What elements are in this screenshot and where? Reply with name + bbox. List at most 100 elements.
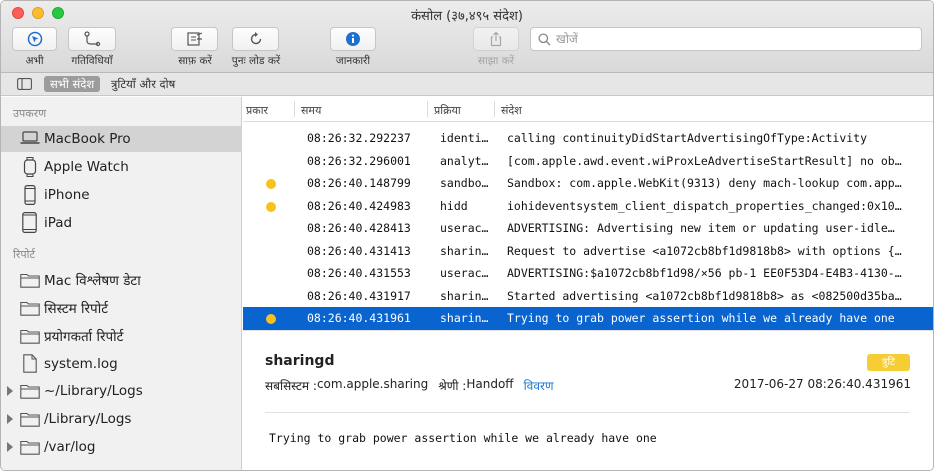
- table-row[interactable]: 08:26:32.296001 analyt… [com.apple.awd.eve…: [243, 150, 933, 173]
- message-cell: Trying to grab power assertion while we …: [507, 311, 895, 325]
- sidebar-item-label: ~/Library/Logs: [44, 383, 143, 399]
- activities-button[interactable]: [68, 27, 116, 51]
- column-header-time[interactable]: समय: [301, 103, 321, 118]
- all-messages-filter[interactable]: सभी संदेश: [44, 76, 101, 92]
- table-row[interactable]: 08:26:40.431413 sharin… Request to adverti…: [243, 240, 933, 263]
- now-label: अभी: [25, 55, 44, 67]
- sidebar-item-ipad[interactable]: iPad: [1, 210, 242, 236]
- sidebar-item-system-log[interactable]: system.log: [1, 351, 242, 377]
- folder-icon: [20, 300, 40, 316]
- sidebar-item-apple-watch[interactable]: Apple Watch: [1, 154, 242, 180]
- log-table: 08:26:32.292237 identi… calling continuity…: [243, 127, 933, 330]
- activities-icon: [84, 31, 101, 47]
- time-cell: 08:26:40.428413: [307, 221, 411, 235]
- time-cell: 08:26:40.431413: [307, 243, 411, 258]
- table-row[interactable]: 08:26:32.292237 identi… calling continuity…: [243, 127, 933, 150]
- info-icon: [346, 32, 360, 46]
- sidebar-item-label: प्रयोगकर्ता रिपोर्ट: [44, 329, 124, 345]
- column-header-type[interactable]: प्रकार: [246, 103, 268, 118]
- table-row[interactable]: 08:26:40.148799 sandbo… Sandbox: com.apple…: [243, 172, 933, 195]
- table-row[interactable]: 08:26:40.431917 sharin… Started advertisin…: [243, 285, 933, 308]
- detail-timestamp: 2017-06-27 08:26:40.431961: [733, 377, 911, 391]
- clear-icon: [186, 32, 202, 46]
- column-header-message[interactable]: संदेश: [501, 103, 522, 118]
- iphone-icon: [24, 185, 36, 205]
- info-button[interactable]: [330, 27, 376, 51]
- sidebar-item-label: MacBook Pro: [44, 131, 131, 147]
- sidebar-item-user-library-logs[interactable]: ~/Library/Logs: [1, 378, 242, 404]
- message-cell: ADVERTISING: Advertising new item or upd…: [507, 221, 895, 235]
- reload-button[interactable]: [232, 27, 279, 51]
- share-icon: [490, 31, 502, 47]
- table-row[interactable]: 08:26:40.431961 sharin… Trying to grab pow…: [243, 307, 933, 330]
- sidebar-item-macbook-pro[interactable]: MacBook Pro: [1, 126, 242, 152]
- ipad-icon: [22, 212, 37, 233]
- detail-pane: sharingd त्रुटि सबसिस्टम : com.apple.sha…: [243, 330, 933, 470]
- sidebar-item-system-reports[interactable]: सिस्टम रिपोर्ट: [1, 295, 242, 321]
- message-cell: Sandbox: com.apple.WebKit(9313) deny mac…: [507, 176, 902, 190]
- column-divider[interactable]: [427, 101, 428, 117]
- message-cell: Started advertising <a1072cb8bf1d9818b8>…: [507, 288, 902, 303]
- meta-spacer: [514, 377, 524, 394]
- console-window: कंसोल (३७,४९५ संदेश) अभी गतिविधियाँ साफ़…: [0, 0, 934, 471]
- reports-header: रिपोर्ट: [13, 248, 35, 261]
- now-button[interactable]: [12, 27, 57, 51]
- sidebar-item-label: सिस्टम रिपोर्ट: [44, 301, 109, 317]
- search-field[interactable]: [530, 27, 922, 51]
- table-row[interactable]: 08:26:40.431553 userac… ADVERTISING:$a1072…: [243, 262, 933, 285]
- error-badge: त्रुटि: [867, 354, 910, 371]
- table-row[interactable]: 08:26:40.428413 userac… ADVERTISING: Adver…: [243, 217, 933, 240]
- folder-icon: [20, 328, 40, 344]
- meta-spacer: [428, 377, 438, 394]
- sidebar-item-label: iPhone: [44, 187, 90, 203]
- time-cell: 08:26:40.431553: [307, 266, 411, 280]
- disclosure-triangle-icon[interactable]: [7, 386, 13, 396]
- sidebar-item-iphone[interactable]: iPhone: [1, 182, 242, 208]
- process-cell: sandbo…: [440, 176, 489, 190]
- folder-icon: [20, 439, 40, 455]
- process-cell: sharin…: [440, 288, 489, 303]
- sidebar-item-var-log[interactable]: /var/log: [1, 434, 242, 460]
- message-cell: Request to advertise <a1072cb8bf1d9818b8…: [507, 243, 902, 258]
- sidebar-item-label: /Library/Logs: [44, 411, 132, 427]
- toolbar: कंसोल (३७,४९५ संदेश) अभी गतिविधियाँ साफ़…: [1, 1, 933, 73]
- share-label: साझा करें: [477, 55, 515, 67]
- sidebar-item-label: iPad: [44, 215, 73, 231]
- process-cell: hidd: [440, 198, 468, 213]
- sidebar-item-label: Mac विश्लेषण डेटा: [44, 273, 141, 289]
- details-link[interactable]: विवरण: [524, 377, 554, 394]
- time-cell: 08:26:40.148799: [307, 176, 411, 190]
- table-header: प्रकार समय प्रक्रिया संदेश: [243, 97, 933, 122]
- search-input[interactable]: [556, 32, 896, 46]
- filter-bar: सभी संदेश त्रुटियाँ और दोष: [1, 73, 933, 96]
- sidebar-toggle-icon[interactable]: [17, 78, 32, 90]
- laptop-icon: [20, 131, 40, 145]
- table-row[interactable]: 08:26:40.424983 hidd iohideventsystem_clie…: [243, 195, 933, 218]
- share-button[interactable]: [473, 27, 519, 51]
- errors-and-faults-filter[interactable]: त्रुटियाँ और दोष: [105, 76, 181, 92]
- category-label: श्रेणी :: [438, 379, 467, 393]
- subsystem-label: सबसिस्टम :: [265, 379, 317, 393]
- category-value: Handoff: [466, 377, 514, 391]
- info-label: जानकारी: [335, 55, 371, 67]
- disclosure-triangle-icon[interactable]: [7, 442, 13, 452]
- document-icon: [23, 354, 37, 373]
- sidebar-item-library-logs[interactable]: /Library/Logs: [1, 406, 242, 432]
- sidebar-item-label: /var/log: [44, 439, 96, 455]
- process-cell: analyt…: [440, 153, 489, 168]
- divider: [265, 412, 910, 413]
- disclosure-triangle-icon[interactable]: [7, 414, 13, 424]
- column-header-process[interactable]: प्रक्रिया: [434, 103, 461, 118]
- sidebar-item-user-reports[interactable]: प्रयोगकर्ता रिपोर्ट: [1, 323, 242, 349]
- folder-icon: [20, 411, 40, 427]
- folder-icon: [20, 272, 40, 288]
- time-cell: 08:26:32.296001: [307, 153, 411, 168]
- clear-button[interactable]: [171, 27, 218, 51]
- window-title: कंसोल (३७,४९५ संदेश): [411, 9, 523, 24]
- search-icon: [538, 32, 551, 45]
- column-divider[interactable]: [294, 101, 295, 117]
- watch-icon: [23, 157, 37, 177]
- sidebar-item-mac-analytics[interactable]: Mac विश्लेषण डेटा: [1, 267, 242, 293]
- reload-icon: [250, 32, 261, 45]
- column-divider[interactable]: [494, 101, 495, 117]
